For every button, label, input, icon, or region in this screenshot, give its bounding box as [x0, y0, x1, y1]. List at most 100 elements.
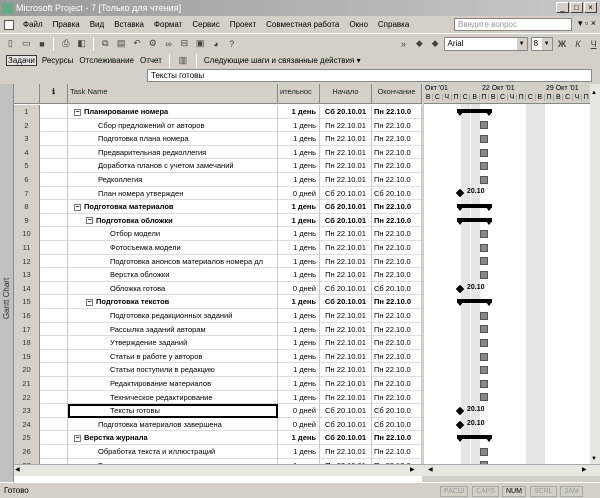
table-row[interactable]: 20 Статьи поступили в редакцию 1 день Пн… [14, 363, 422, 377]
start-cell[interactable]: Сб 20.10.01 [320, 200, 372, 214]
duration-cell[interactable]: 1 день [278, 268, 320, 282]
task-name-cell[interactable]: Предварительная редколлегия [68, 145, 278, 160]
new-icon[interactable]: ▯ [4, 37, 17, 51]
collapse-icon[interactable]: − [86, 217, 93, 225]
start-cell[interactable]: Пн 22.10.01 [320, 377, 372, 391]
finish-cell[interactable]: Пн 22.10.0 [372, 377, 422, 391]
row-number[interactable]: 13 [14, 268, 40, 282]
select-all-header[interactable] [14, 84, 40, 104]
task-name-cell[interactable]: Тексты готовы [68, 404, 278, 418]
scroll-down-icon[interactable]: ▼ [591, 456, 597, 462]
task-bar[interactable] [480, 311, 488, 320]
task-name-cell[interactable]: Обработка текста и иллюстраций [68, 445, 278, 459]
row-number[interactable]: 6 [14, 173, 40, 187]
row-number[interactable]: 15 [14, 295, 40, 309]
table-row[interactable]: 3 Подготовка плана номера 1 день Пн 22.1… [14, 132, 422, 146]
finish-cell[interactable]: Пн 22.10.0 [372, 145, 422, 160]
row-number[interactable]: 25 [14, 431, 40, 445]
indent-icon[interactable]: ◆ [429, 37, 442, 51]
finish-cell[interactable]: Пн 22.10.0 [372, 159, 422, 173]
tasks-button[interactable]: Задачи [6, 55, 37, 66]
duration-cell[interactable]: 1 день [278, 200, 320, 214]
table-row[interactable]: 1 − Планирование номера 1 день Сб 20.10.0… [14, 105, 422, 119]
task-name-cell[interactable]: Сбор предложений от авторов [68, 118, 278, 133]
duration-cell[interactable]: 1 день [278, 105, 320, 119]
collapse-icon[interactable]: − [74, 108, 81, 116]
start-cell[interactable]: Сб 20.10.01 [320, 295, 372, 309]
start-header[interactable]: Начало [320, 84, 372, 104]
task-bar[interactable] [480, 393, 488, 402]
info-column-header[interactable]: ℹ [40, 84, 68, 104]
task-bar[interactable] [480, 271, 488, 279]
task-bar[interactable] [480, 162, 488, 171]
start-cell[interactable]: Пн 22.10.01 [320, 349, 372, 364]
task-bar[interactable] [480, 257, 488, 266]
finish-cell[interactable]: Пн 22.10.0 [372, 200, 422, 214]
menu-file[interactable]: Файл [18, 20, 48, 29]
row-number[interactable]: 23 [14, 404, 40, 418]
summary-bar[interactable] [457, 204, 492, 211]
menu-insert[interactable]: Вставка [109, 20, 149, 29]
row-number[interactable]: 9 [14, 213, 40, 228]
help-icon[interactable]: ? [225, 37, 238, 51]
task-name-cell[interactable]: − Подготовка текстов [68, 295, 278, 309]
info-icon[interactable]: ▣ [194, 37, 207, 51]
duration-cell[interactable]: 1 день [278, 254, 320, 269]
menu-edit[interactable]: Правка [48, 20, 85, 29]
bold-button[interactable]: Ж [556, 37, 569, 51]
duration-cell[interactable]: 0 дней [278, 186, 320, 201]
finish-cell[interactable]: Сб 20.10.0 [372, 281, 422, 296]
duration-cell[interactable]: 1 день [278, 431, 320, 445]
scroll-up-icon[interactable]: ▲ [591, 90, 597, 96]
task-bar[interactable] [480, 366, 488, 375]
finish-cell[interactable]: Пн 22.10.0 [372, 227, 422, 241]
task-bar[interactable] [480, 339, 488, 347]
task-name-cell[interactable]: Рассылка заданий авторам [68, 322, 278, 337]
scroll-left-icon[interactable]: ◀ [15, 466, 20, 473]
table-row[interactable]: 18 Утверждение заданий 1 день Пн 22.10.0… [14, 336, 422, 350]
start-cell[interactable]: Пн 22.10.01 [320, 173, 372, 187]
task-bar[interactable] [480, 121, 488, 130]
table-row[interactable]: 12 Подготовка анонсов материалов номера … [14, 254, 422, 269]
table-row[interactable]: 19 Статьи в работе у авторов 1 день Пн 2… [14, 349, 422, 364]
start-cell[interactable]: Сб 20.10.01 [320, 417, 372, 432]
duration-cell[interactable]: 1 день [278, 322, 320, 337]
duration-cell[interactable]: 1 день [278, 132, 320, 146]
summary-bar[interactable] [457, 217, 492, 225]
task-bar[interactable] [480, 148, 488, 157]
task-name-header[interactable]: Task Name [68, 84, 278, 104]
table-row[interactable]: 2 Сбор предложений от авторов 1 день Пн … [14, 118, 422, 133]
scroll-left-icon[interactable]: ◀ [428, 466, 433, 473]
summary-bar[interactable] [457, 299, 492, 307]
task-bar[interactable] [480, 243, 488, 252]
finish-cell[interactable]: Пн 22.10.0 [372, 105, 422, 119]
table-row[interactable]: 22 Техническое редактирование 1 день Пн … [14, 390, 422, 405]
gantt-chart[interactable]: Окт '01 22 Окт '01 29 Окт '01 ВСЧПСВПВСЧ… [424, 84, 590, 464]
duration-cell[interactable]: 0 дней [278, 417, 320, 432]
table-row[interactable]: 4 Предварительная редколлегия 1 день Пн … [14, 145, 422, 160]
start-cell[interactable]: Пн 22.10.01 [320, 159, 372, 173]
finish-cell[interactable]: Пн 22.10.0 [372, 213, 422, 228]
task-name-cell[interactable]: Подготовка анонсов материалов номера дл [68, 254, 278, 269]
row-number[interactable]: 26 [14, 445, 40, 459]
gantt-vertical-scrollbar[interactable]: ▲ ▼ [590, 84, 600, 464]
font-size-select[interactable]: 8 ▼ [530, 36, 553, 51]
task-name-cell[interactable]: Верстка обложки [68, 268, 278, 282]
start-cell[interactable]: Пн 22.10.01 [320, 254, 372, 269]
preview-icon[interactable]: ◧ [75, 37, 88, 51]
finish-cell[interactable]: Пн 22.10.0 [372, 363, 422, 377]
row-number[interactable]: 20 [14, 363, 40, 377]
duration-cell[interactable]: 1 день [278, 445, 320, 459]
finish-header[interactable]: Окончание [372, 84, 422, 104]
link-icon[interactable]: ∞ [162, 37, 175, 51]
row-number[interactable]: 11 [14, 241, 40, 255]
row-number[interactable]: 5 [14, 159, 40, 173]
row-number[interactable]: 22 [14, 390, 40, 405]
split-icon[interactable]: ⊟ [178, 37, 191, 51]
table-row[interactable]: 14 Обложка готова 0 дней Сб 20.10.01 Сб … [14, 281, 422, 296]
document-icon[interactable] [4, 19, 14, 30]
row-number[interactable]: 4 [14, 145, 40, 160]
task-name-cell[interactable]: Статьи поступили в редакцию [68, 363, 278, 377]
menu-collaborate[interactable]: Совместная работа [261, 20, 344, 29]
start-cell[interactable]: Пн 22.10.01 [320, 268, 372, 282]
